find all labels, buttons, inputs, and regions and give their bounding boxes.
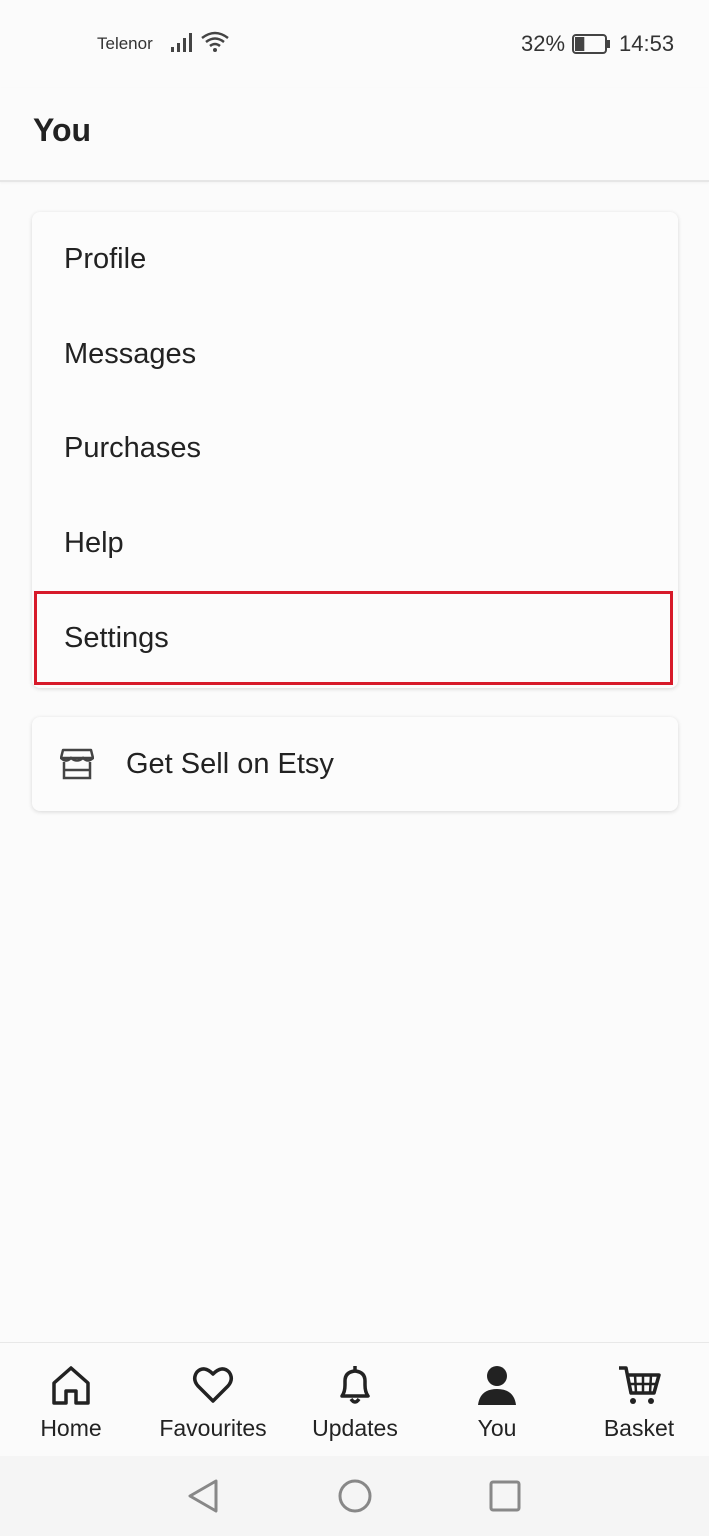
tab-favourites[interactable]: Favourites xyxy=(142,1343,284,1457)
bell-icon xyxy=(340,1366,370,1404)
tab-basket-label: Basket xyxy=(603,1415,675,1441)
wifi-icon xyxy=(201,31,229,52)
signal-icon xyxy=(171,33,192,52)
account-menu: Profile Messages Purchases Help Settings xyxy=(32,212,678,688)
back-icon[interactable] xyxy=(186,1478,220,1514)
system-nav-bar xyxy=(0,1456,709,1536)
tab-basket[interactable]: Basket xyxy=(568,1343,709,1457)
sell-on-etsy-label: Get Sell on Etsy xyxy=(126,748,334,780)
tab-you-label: You xyxy=(477,1415,517,1441)
heart-icon xyxy=(193,1367,233,1403)
app-header: You xyxy=(0,88,709,182)
recents-icon[interactable] xyxy=(488,1478,522,1514)
bottom-nav: Home Favourites Updates You Basket xyxy=(0,1342,709,1456)
clock: 14:53 xyxy=(619,31,675,56)
home-circle-icon[interactable] xyxy=(337,1478,373,1514)
tab-favourites-label: Favourites xyxy=(159,1415,267,1441)
person-icon xyxy=(478,1366,516,1405)
tab-updates[interactable]: Updates xyxy=(284,1343,426,1457)
page-title: You xyxy=(33,112,92,148)
battery-percent: 32% xyxy=(521,31,566,56)
sell-on-etsy-button[interactable]: Get Sell on Etsy xyxy=(32,717,678,811)
tab-home-label: Home xyxy=(40,1415,102,1441)
tab-home[interactable]: Home xyxy=(0,1343,142,1457)
battery-icon xyxy=(572,34,610,54)
home-icon xyxy=(52,1366,90,1405)
tab-you[interactable]: You xyxy=(426,1343,568,1457)
menu-item-messages[interactable]: Messages xyxy=(32,307,678,401)
menu-item-help[interactable]: Help xyxy=(32,496,678,590)
status-bar: Telenor 32% 14:53 xyxy=(0,0,709,88)
menu-item-profile[interactable]: Profile xyxy=(32,212,678,306)
cart-icon xyxy=(619,1366,661,1404)
shop-icon xyxy=(60,748,94,780)
menu-item-purchases[interactable]: Purchases xyxy=(32,401,678,495)
menu-item-settings[interactable]: Settings xyxy=(34,591,673,685)
tab-updates-label: Updates xyxy=(312,1415,398,1441)
carrier-name: Telenor xyxy=(97,34,153,53)
